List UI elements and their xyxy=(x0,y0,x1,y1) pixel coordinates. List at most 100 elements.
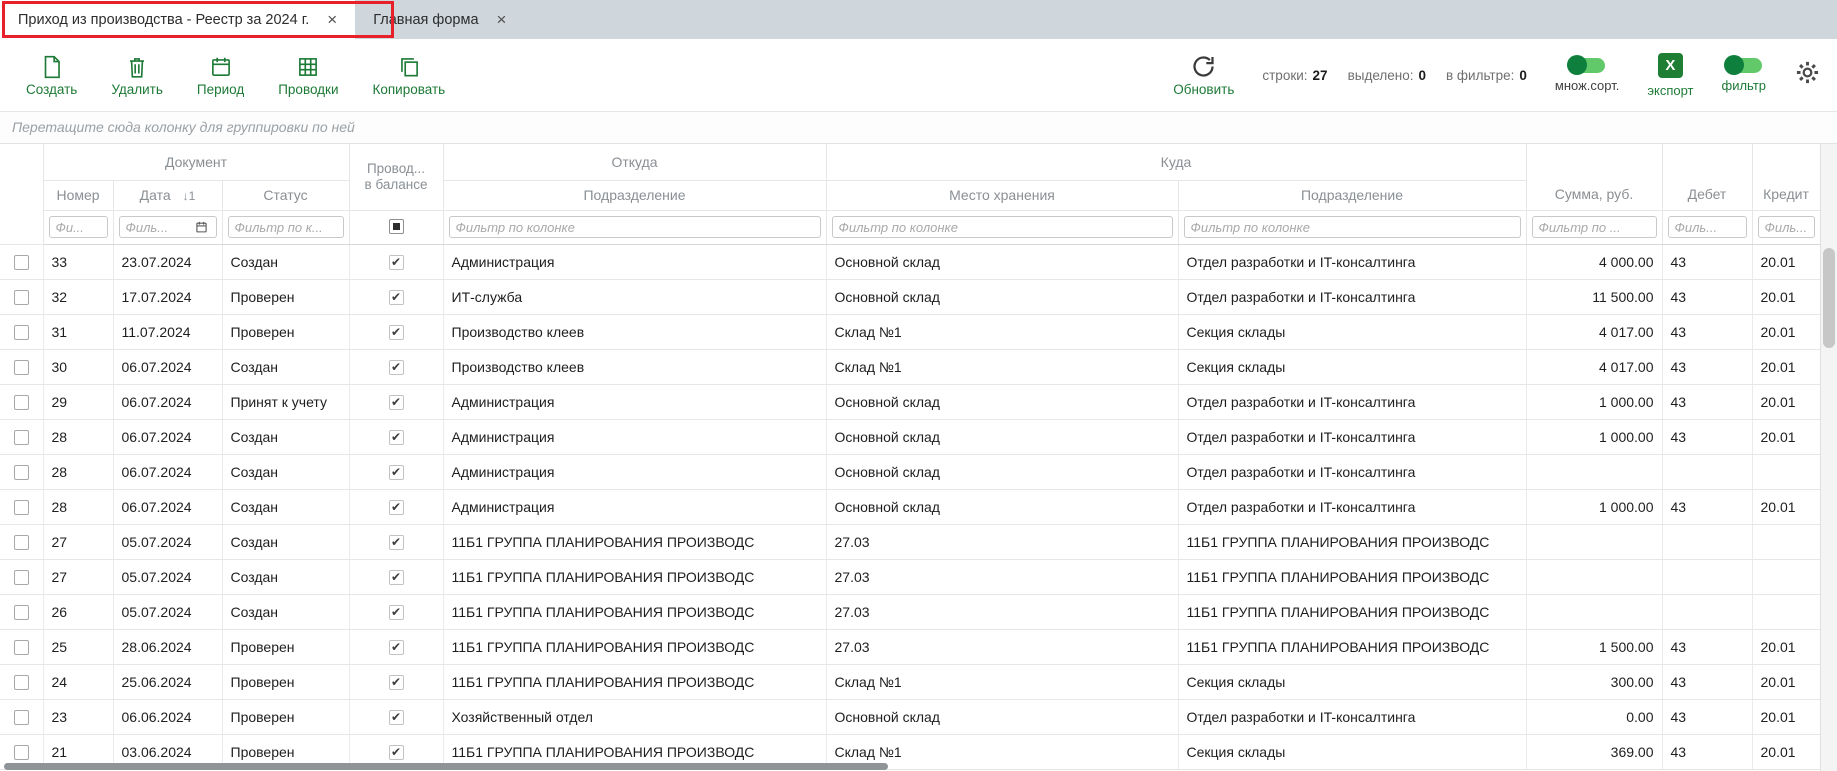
filter-toggle[interactable]: фильтр xyxy=(1722,58,1766,93)
cell-status[interactable]: Создан xyxy=(222,559,349,594)
vertical-scrollbar-thumb[interactable] xyxy=(1823,248,1835,348)
group-header-document[interactable]: Документ xyxy=(43,144,349,180)
copy-button[interactable]: Копировать xyxy=(373,54,446,97)
cell-number[interactable]: 28 xyxy=(43,454,113,489)
row-select-checkbox[interactable] xyxy=(14,745,29,760)
row-select-checkbox[interactable] xyxy=(14,290,29,305)
posted-checkbox[interactable]: ✔ xyxy=(389,255,404,270)
cell-credit[interactable]: 20.01 xyxy=(1752,419,1820,454)
cell-date[interactable]: 28.06.2024 xyxy=(113,629,222,664)
row-select-checkbox[interactable] xyxy=(14,325,29,340)
cell-date[interactable]: 06.07.2024 xyxy=(113,384,222,419)
cell-amount[interactable] xyxy=(1526,524,1662,559)
cell-storage[interactable]: Основной склад xyxy=(826,419,1178,454)
create-button[interactable]: Создать xyxy=(26,54,77,97)
table-row[interactable]: 32 17.07.2024 Проверен ✔ ИТ-служба Основ… xyxy=(0,279,1820,314)
row-select-cell[interactable] xyxy=(0,664,43,699)
table-row[interactable]: 31 11.07.2024 Проверен ✔ Производство кл… xyxy=(0,314,1820,349)
horizontal-scrollbar-thumb[interactable] xyxy=(4,763,888,770)
posted-checkbox[interactable]: ✔ xyxy=(389,570,404,585)
cell-debit[interactable] xyxy=(1662,559,1752,594)
cell-from-division[interactable]: Администрация xyxy=(443,454,826,489)
row-select-checkbox[interactable] xyxy=(14,255,29,270)
cell-to-division[interactable]: Отдел разработки и IT-консалтинга xyxy=(1178,419,1526,454)
column-header-from-division[interactable]: Подразделение xyxy=(443,180,826,210)
filter-debit-input[interactable] xyxy=(1668,216,1747,238)
table-row[interactable]: 27 05.07.2024 Создан ✔ 11Б1 ГРУППА ПЛАНИ… xyxy=(0,559,1820,594)
cell-to-division[interactable]: 11Б1 ГРУППА ПЛАНИРОВАНИЯ ПРОИЗВОДС xyxy=(1178,629,1526,664)
cell-posted[interactable]: ✔ xyxy=(349,559,443,594)
cell-to-division[interactable]: Секция склады xyxy=(1178,664,1526,699)
cell-storage[interactable]: Склад №1 xyxy=(826,349,1178,384)
cell-credit[interactable]: 20.01 xyxy=(1752,279,1820,314)
cell-status[interactable]: Проверен xyxy=(222,314,349,349)
row-select-cell[interactable] xyxy=(0,629,43,664)
cell-status[interactable]: Принят к учету xyxy=(222,384,349,419)
cell-debit[interactable] xyxy=(1662,454,1752,489)
cell-to-division[interactable]: Отдел разработки и IT-консалтинга xyxy=(1178,454,1526,489)
cell-amount[interactable] xyxy=(1526,559,1662,594)
toggle-switch-icon[interactable] xyxy=(1569,58,1605,73)
cell-storage[interactable]: 27.03 xyxy=(826,594,1178,629)
column-header-debit[interactable]: Дебет xyxy=(1662,144,1752,210)
row-select-cell[interactable] xyxy=(0,559,43,594)
row-select-cell[interactable] xyxy=(0,454,43,489)
cell-credit[interactable]: 20.01 xyxy=(1752,314,1820,349)
cell-posted[interactable]: ✔ xyxy=(349,524,443,559)
cell-debit[interactable]: 43 xyxy=(1662,699,1752,734)
export-button[interactable]: X экспорт xyxy=(1647,53,1693,98)
cell-debit[interactable]: 43 xyxy=(1662,629,1752,664)
cell-posted[interactable]: ✔ xyxy=(349,629,443,664)
cell-storage[interactable]: 27.03 xyxy=(826,524,1178,559)
posted-checkbox[interactable]: ✔ xyxy=(389,535,404,550)
cell-from-division[interactable]: 11Б1 ГРУППА ПЛАНИРОВАНИЯ ПРОИЗВОДС xyxy=(443,559,826,594)
cell-status[interactable]: Проверен xyxy=(222,629,349,664)
cell-amount[interactable]: 4 000.00 xyxy=(1526,244,1662,279)
cell-status[interactable]: Создан xyxy=(222,594,349,629)
posted-checkbox[interactable]: ✔ xyxy=(389,745,404,760)
table-row[interactable]: 29 06.07.2024 Принят к учету ✔ Администр… xyxy=(0,384,1820,419)
table-row[interactable]: 30 06.07.2024 Создан ✔ Производство клее… xyxy=(0,349,1820,384)
cell-status[interactable]: Создан xyxy=(222,244,349,279)
cell-status[interactable]: Проверен xyxy=(222,279,349,314)
cell-date[interactable]: 11.07.2024 xyxy=(113,314,222,349)
delete-button[interactable]: Удалить xyxy=(111,54,163,97)
row-select-cell[interactable] xyxy=(0,489,43,524)
cell-date[interactable]: 25.06.2024 xyxy=(113,664,222,699)
table-row[interactable]: 23 06.06.2024 Проверен ✔ Хозяйственный о… xyxy=(0,699,1820,734)
table-row[interactable]: 28 06.07.2024 Создан ✔ Администрация Осн… xyxy=(0,419,1820,454)
cell-from-division[interactable]: 11Б1 ГРУППА ПЛАНИРОВАНИЯ ПРОИЗВОДС xyxy=(443,594,826,629)
table-row[interactable]: 33 23.07.2024 Создан ✔ Администрация Осн… xyxy=(0,244,1820,279)
cell-storage[interactable]: Склад №1 xyxy=(826,664,1178,699)
row-select-cell[interactable] xyxy=(0,384,43,419)
row-select-cell[interactable] xyxy=(0,244,43,279)
cell-date[interactable]: 17.07.2024 xyxy=(113,279,222,314)
vertical-scrollbar[interactable] xyxy=(1820,144,1837,771)
cell-status[interactable]: Создан xyxy=(222,524,349,559)
cell-debit[interactable]: 43 xyxy=(1662,384,1752,419)
posted-checkbox[interactable]: ✔ xyxy=(389,430,404,445)
filter-to-division-input[interactable] xyxy=(1184,216,1521,238)
cell-storage[interactable]: Основной склад xyxy=(826,699,1178,734)
cell-amount[interactable]: 1 000.00 xyxy=(1526,384,1662,419)
posted-checkbox[interactable]: ✔ xyxy=(389,605,404,620)
column-header-to-division[interactable]: Подразделение xyxy=(1178,180,1526,210)
cell-from-division[interactable]: 11Б1 ГРУППА ПЛАНИРОВАНИЯ ПРОИЗВОДС xyxy=(443,664,826,699)
table-row[interactable]: 25 28.06.2024 Проверен ✔ 11Б1 ГРУППА ПЛА… xyxy=(0,629,1820,664)
cell-debit[interactable]: 43 xyxy=(1662,349,1752,384)
cell-date[interactable]: 06.07.2024 xyxy=(113,489,222,524)
cell-credit[interactable] xyxy=(1752,594,1820,629)
tab-close-icon[interactable]: × xyxy=(327,11,337,28)
date-picker-icon[interactable] xyxy=(195,221,208,234)
row-select-checkbox[interactable] xyxy=(14,675,29,690)
posted-filter-checkbox[interactable] xyxy=(389,219,404,234)
cell-number[interactable]: 28 xyxy=(43,419,113,454)
cell-to-division[interactable]: Отдел разработки и IT-консалтинга xyxy=(1178,699,1526,734)
group-header-from[interactable]: Откуда xyxy=(443,144,826,180)
cell-from-division[interactable]: Администрация xyxy=(443,489,826,524)
row-select-cell[interactable] xyxy=(0,699,43,734)
row-select-checkbox[interactable] xyxy=(14,710,29,725)
row-select-cell[interactable] xyxy=(0,349,43,384)
settings-button[interactable] xyxy=(1794,59,1821,91)
cell-status[interactable]: Проверен xyxy=(222,699,349,734)
